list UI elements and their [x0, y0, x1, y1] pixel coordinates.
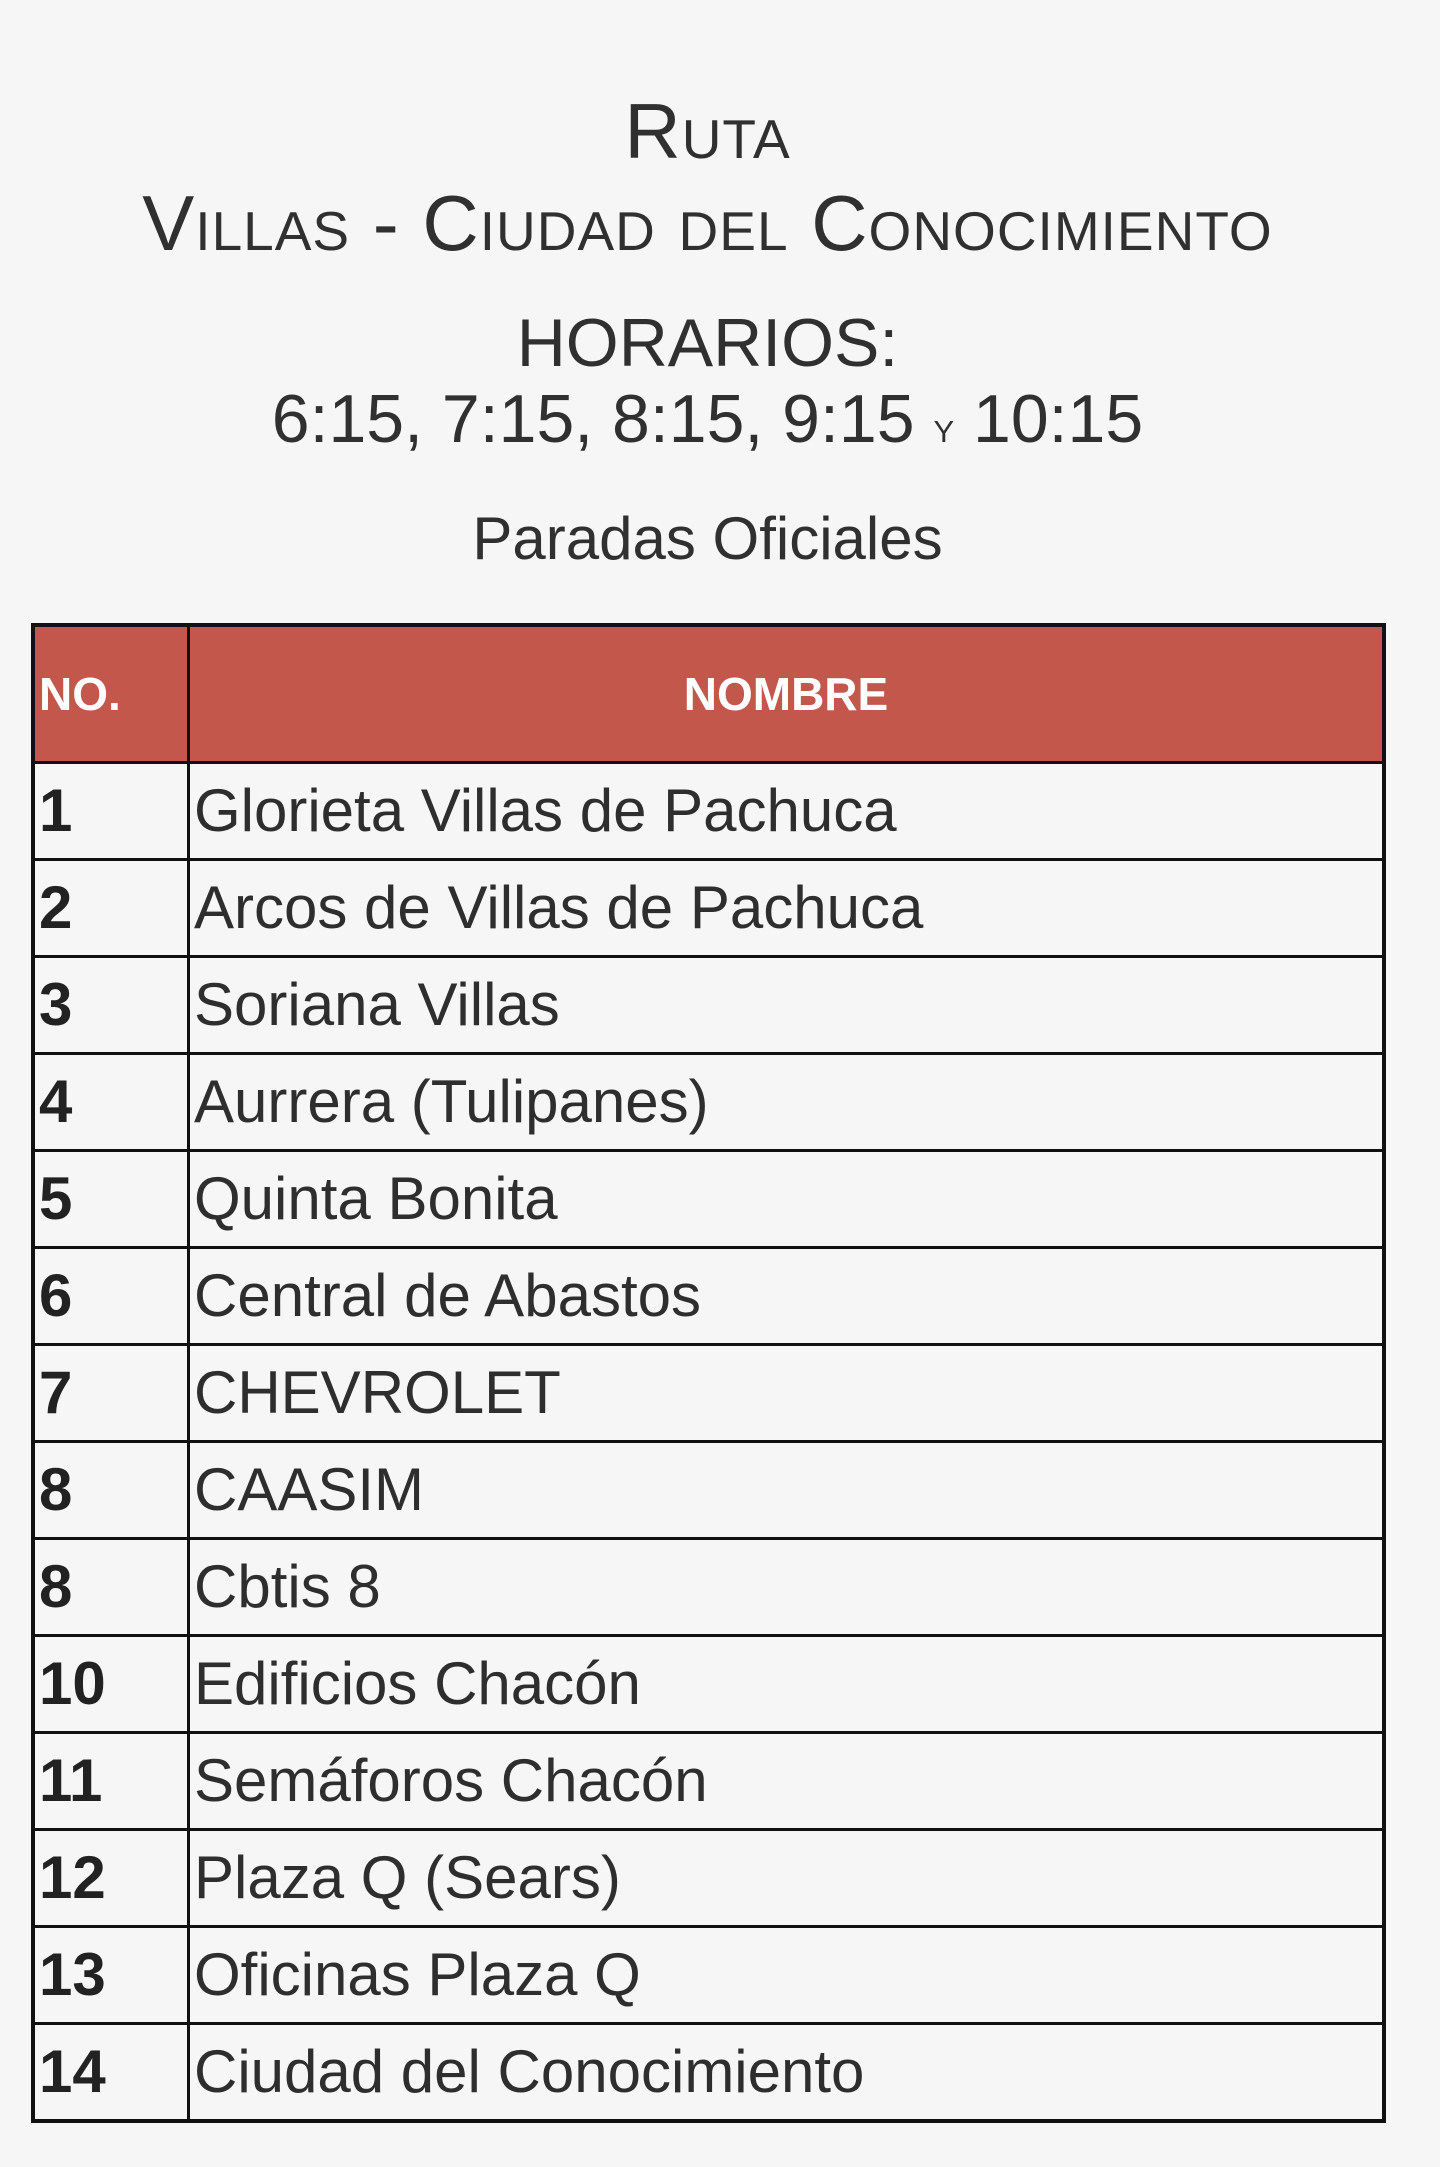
- table-row: 12 Plaza Q (Sears): [31, 1828, 1386, 1928]
- stop-name: CHEVROLET: [187, 1343, 1386, 1443]
- table-row: 4 Aurrera (Tulipanes): [31, 1052, 1386, 1152]
- stop-number: 3: [31, 955, 190, 1055]
- stop-name: Oficinas Plaza Q: [187, 1925, 1386, 2025]
- stop-number: 5: [31, 1149, 190, 1249]
- schedule-times: 6:15, 7:15, 8:15, 9:15 y 10:15: [0, 381, 1415, 466]
- stop-number: 14: [31, 2022, 190, 2123]
- route-label: Ruta: [624, 87, 791, 175]
- stops-title: Paradas Oficiales: [472, 505, 943, 572]
- stop-number: 1: [31, 761, 190, 861]
- stop-number: 8: [31, 1537, 190, 1637]
- schedule-last-time: 10:15: [973, 381, 1144, 457]
- stop-name: Edificios Chacón: [187, 1634, 1386, 1734]
- stop-number: 11: [31, 1731, 190, 1831]
- schedule-conjunction: y: [933, 403, 955, 452]
- table-row: 7 CHEVROLET: [31, 1343, 1386, 1443]
- stop-name: Semáforos Chacón: [187, 1731, 1386, 1831]
- stop-number: 7: [31, 1343, 190, 1443]
- stops-table: NO. NOMBRE 1 Glorieta Villas de Pachuca 2…: [31, 623, 1386, 2123]
- table-row: 3 Soriana Villas: [31, 955, 1386, 1055]
- table-row: 11 Semáforos Chacón: [31, 1731, 1386, 1831]
- table-row: 13 Oficinas Plaza Q: [31, 1925, 1386, 2025]
- table-row: 14 Ciudad del Conocimiento: [31, 2022, 1386, 2123]
- stop-name: CAASIM: [187, 1440, 1386, 1540]
- stop-name: Ciudad del Conocimiento: [187, 2022, 1386, 2123]
- table-row: 5 Quinta Bonita: [31, 1149, 1386, 1249]
- stop-name: Arcos de Villas de Pachuca: [187, 858, 1386, 958]
- stop-number: 10: [31, 1634, 190, 1734]
- stop-name: Plaza Q (Sears): [187, 1828, 1386, 1928]
- route-name: Villas - Ciudad del Conocimiento: [142, 179, 1273, 267]
- stop-number: 12: [31, 1828, 190, 1928]
- stop-name: Aurrera (Tulipanes): [187, 1052, 1386, 1152]
- stop-name: Glorieta Villas de Pachuca: [187, 761, 1386, 861]
- table-row: 8 CAASIM: [31, 1440, 1386, 1540]
- schedule-times-list: 6:15, 7:15, 8:15, 9:15: [271, 381, 915, 457]
- stop-number: 8: [31, 1440, 190, 1540]
- page: Ruta Villas - Ciudad del Conocimiento HO…: [0, 0, 1440, 2167]
- stop-name: Quinta Bonita: [187, 1149, 1386, 1249]
- table-row: 1 Glorieta Villas de Pachuca: [31, 761, 1386, 861]
- table-header-row: NO. NOMBRE: [31, 623, 1386, 764]
- column-header-name: NOMBRE: [187, 623, 1386, 764]
- stop-number: 2: [31, 858, 190, 958]
- table-row: 2 Arcos de Villas de Pachuca: [31, 858, 1386, 958]
- stop-name: Soriana Villas: [187, 955, 1386, 1055]
- table-row: 8 Cbtis 8: [31, 1537, 1386, 1637]
- route-header: Ruta Villas - Ciudad del Conocimiento HO…: [0, 85, 1415, 574]
- stop-name: Central de Abastos: [187, 1246, 1386, 1346]
- table-row: 10 Edificios Chacón: [31, 1634, 1386, 1734]
- table-row: 6 Central de Abastos: [31, 1246, 1386, 1346]
- stop-number: 13: [31, 1925, 190, 2025]
- column-header-no: NO.: [31, 623, 190, 764]
- schedule-title: HORARIOS:: [516, 305, 899, 381]
- stop-name: Cbtis 8: [187, 1537, 1386, 1637]
- stop-number: 4: [31, 1052, 190, 1152]
- stop-number: 6: [31, 1246, 190, 1346]
